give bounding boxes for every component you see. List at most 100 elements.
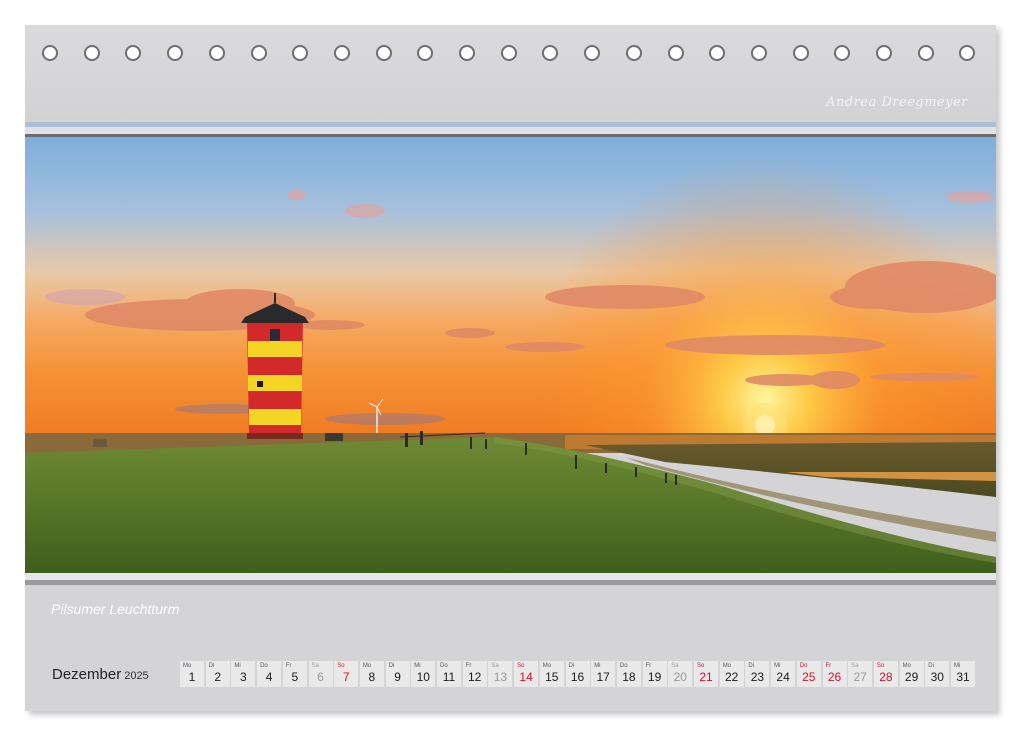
calendar-day: Fr 19 [642, 661, 667, 687]
day-number: 10 [416, 670, 430, 684]
lighthouse [241, 293, 309, 439]
weekday-label: So [517, 663, 525, 669]
calendar-day: Mi 17 [591, 661, 616, 687]
calendar-day: Mo 22 [719, 661, 744, 687]
calendar-day: So 28 [873, 661, 898, 687]
calendar-day: Di 2 [205, 661, 230, 687]
weekday-label: Sa [491, 663, 499, 669]
month-name: Dezember [52, 666, 122, 683]
weekday-label: Mo [902, 663, 911, 669]
binding-hole [959, 45, 976, 61]
year-label: 2025 [124, 670, 149, 682]
binding-hole [375, 45, 392, 61]
weekday-label: Fr [825, 663, 832, 669]
binding-hole [42, 45, 58, 61]
day-number: 18 [622, 670, 636, 684]
day-number: 9 [394, 670, 401, 684]
weekday-label: Mi [774, 663, 781, 669]
calendar-day: Sa 6 [308, 661, 333, 687]
binding-hole [709, 45, 726, 61]
calendar-day: So 7 [334, 661, 359, 687]
binding-hole [417, 45, 434, 61]
binding-hole [83, 45, 100, 61]
weekday-label: So [697, 663, 705, 669]
binding-hole [125, 45, 142, 61]
day-number: 20 [673, 670, 687, 684]
weekday-label: Di [208, 663, 215, 669]
binding-hole [876, 45, 892, 61]
divider-stripe [25, 573, 996, 580]
divider-stripe [25, 127, 996, 134]
weekday-label: Sa [851, 663, 859, 669]
calendar-day: Mo 29 [899, 661, 924, 687]
calendar-day: Sa 20 [668, 661, 693, 687]
day-number: 14 [519, 670, 533, 684]
weekday-label: Fr [285, 663, 292, 669]
binding-hole [750, 45, 767, 61]
calendar-day: Fr 5 [282, 661, 307, 687]
weekday-label: So [876, 663, 885, 669]
weekday-label: Sa [311, 663, 319, 669]
calendar-day: Do 18 [616, 661, 641, 687]
binding-hole [917, 45, 934, 61]
day-number: 6 [317, 670, 324, 684]
weekday-label: Mo [362, 663, 372, 669]
calendar-page: Andrea Dreegmeyer Pilsumer Leuchtturm De… [25, 25, 996, 711]
day-number: 11 [442, 670, 456, 684]
calendar-day: So 21 [694, 661, 718, 687]
weekday-label: Mi [594, 663, 601, 669]
day-number: 28 [879, 670, 893, 684]
day-number: 16 [570, 670, 585, 684]
calendar-day: Di 30 [925, 661, 950, 687]
day-number: 17 [596, 670, 610, 684]
binding-hole [792, 45, 809, 61]
day-number: 4 [265, 670, 273, 684]
weekday-label: Di [928, 663, 934, 669]
weekday-label: Di [568, 663, 575, 669]
binding-band: Andrea Dreegmeyer [25, 25, 996, 122]
weekday-label: Do [619, 663, 628, 669]
binding-hole [667, 45, 684, 61]
calendar-day: Do 25 [796, 661, 821, 687]
day-number: 19 [647, 670, 662, 684]
binding-hole [459, 45, 475, 61]
weekday-label: Do [799, 663, 808, 669]
weekday-label: Mo [183, 663, 192, 669]
day-number: 2 [214, 670, 222, 684]
day-number: 8 [368, 670, 376, 684]
binding-hole [500, 45, 517, 61]
calendar-day: Fr 26 [822, 661, 847, 687]
calendar-day: Mi 31 [951, 661, 975, 687]
day-number: 26 [827, 670, 842, 684]
day-number: 31 [956, 670, 970, 684]
day-number: 23 [750, 670, 765, 684]
month-label: Dezember 2025 [52, 666, 149, 683]
calendar-day: Mo 1 [180, 661, 204, 687]
day-number: 25 [802, 670, 816, 684]
binding-hole [834, 45, 851, 61]
calendar-day: Di 16 [565, 661, 590, 687]
binding-hole [250, 45, 267, 61]
weekday-label: Fr [465, 663, 472, 669]
calendar-day: Mo 15 [539, 661, 564, 687]
day-number: 27 [853, 670, 867, 684]
binding-hole [542, 45, 559, 61]
weekday-label: Mo [542, 663, 552, 669]
day-number: 13 [493, 670, 508, 684]
day-number: 1 [188, 670, 196, 684]
binding-holes [42, 45, 982, 65]
day-number: 3 [240, 670, 247, 684]
binding-hole [292, 45, 309, 61]
calendar-day: Mi 24 [771, 661, 796, 687]
day-number: 21 [699, 670, 713, 684]
author-signature: Andrea Dreegmeyer [826, 95, 968, 110]
day-number: 24 [776, 670, 790, 684]
binding-hole [208, 45, 225, 61]
calendar-day: Sa 13 [488, 661, 513, 687]
binding-hole [625, 45, 642, 61]
month-calendar: Dezember 2025 Mo 1 Di 2 Mi 3 Do 4 Fr 5 Sa 6 So 7 Mo 8 Di 9… [47, 661, 975, 687]
weekday-label: Mo [722, 663, 732, 669]
photo-caption: Pilsumer Leuchtturm [51, 601, 180, 617]
calendar-day: Do 11 [437, 661, 461, 687]
weekday-label: Do [440, 663, 448, 669]
